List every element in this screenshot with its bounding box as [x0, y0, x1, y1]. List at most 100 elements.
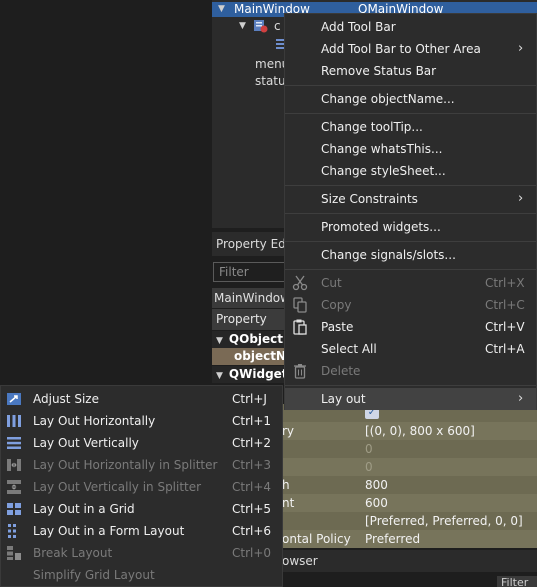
menu-item-shortcut: Ctrl+5 — [232, 502, 272, 516]
menu-item-select-all[interactable]: Select All Ctrl+A — [285, 338, 536, 360]
objectname-property-label[interactable]: objectN — [212, 348, 288, 365]
menu-separator — [285, 85, 536, 86]
menu-item-shortcut: Ctrl+0 — [232, 546, 272, 560]
menu-item-label: Lay Out in a Form Layout — [33, 524, 185, 538]
submenu-item-adjust-size[interactable]: Adjust Size Ctrl+J — [1, 388, 282, 410]
property-value[interactable]: 0 — [365, 458, 373, 476]
menu-item-remove-status-bar[interactable]: Remove Status Bar — [285, 60, 536, 82]
menu-item-change-tooltip[interactable]: Change toolTip... — [285, 116, 536, 138]
menu-separator — [285, 213, 536, 214]
submenu-item-simplify-grid-layout[interactable]: Simplify Grid Layout — [1, 564, 282, 586]
menu-item-label: Copy — [321, 298, 352, 312]
menu-item-label: Cut — [321, 276, 342, 290]
menu-item-shortcut: Ctrl+6 — [232, 524, 272, 538]
menu-item-label: Lay Out in a Grid — [33, 502, 135, 516]
menu-item-label: Lay Out Horizontally in Splitter — [33, 458, 218, 472]
menu-item-change-stylesheet[interactable]: Change styleSheet... — [285, 160, 536, 182]
menu-item-label: Add Tool Bar — [321, 20, 396, 34]
group-qobject[interactable]: ▼ QObject — [212, 331, 288, 348]
menu-separator — [285, 241, 536, 242]
menu-separator — [285, 185, 536, 186]
menu-item-shortcut: Ctrl+A — [485, 342, 525, 356]
menu-item-shortcut: Ctrl+4 — [232, 480, 272, 494]
menu-item-shortcut: Ctrl+V — [485, 320, 525, 334]
chevron-down-icon[interactable]: ▼ — [239, 19, 246, 34]
context-menu[interactable]: Add Tool Bar Add Tool Bar to Other Area … — [284, 13, 537, 410]
menu-item-add-tool-bar-other-area[interactable]: Add Tool Bar to Other Area › — [285, 38, 536, 60]
menu-item-size-constraints[interactable]: Size Constraints › — [285, 188, 536, 210]
menu-item-label: Adjust Size — [33, 392, 99, 406]
property-filter-input[interactable]: Filter — [213, 262, 288, 282]
menu-item-change-objectname[interactable]: Change objectName... — [285, 88, 536, 110]
property-value[interactable]: Preferred — [365, 530, 420, 548]
chevron-right-icon: › — [518, 41, 524, 56]
menu-item-label: Paste — [321, 320, 354, 334]
menu-item-label: Select All — [321, 342, 377, 356]
submenu-item-lay-out-vertically-splitter[interactable]: Lay Out Vertically in Splitter Ctrl+4 — [1, 476, 282, 498]
submenu-item-lay-out-vertically[interactable]: Lay Out Vertically Ctrl+2 — [1, 432, 282, 454]
property-value[interactable]: [(0, 0), 800 x 600] — [365, 422, 475, 440]
menu-item-shortcut: Ctrl+2 — [232, 436, 272, 450]
bottom-filter-input[interactable]: Filter — [497, 576, 537, 587]
submenu-item-lay-out-horizontally-splitter[interactable]: Lay Out Horizontally in Splitter Ctrl+3 — [1, 454, 282, 476]
chevron-right-icon: › — [518, 191, 524, 206]
property-value[interactable]: [Preferred, Preferred, 0, 0] — [365, 512, 523, 530]
group-qobject-label: QObject — [228, 332, 284, 346]
list-icon — [276, 39, 284, 50]
resource-browser-tab-label: owser — [282, 554, 318, 568]
submenu-item-break-layout[interactable]: Break Layout Ctrl+0 — [1, 542, 282, 564]
layout-grid-icon — [6, 501, 22, 517]
layout-submenu[interactable]: Adjust Size Ctrl+J Lay Out Horizontally … — [0, 385, 283, 587]
menu-item-label: Lay Out Vertically in Splitter — [33, 480, 202, 494]
splitter-vertical-icon — [6, 479, 22, 495]
menu-item-change-signals-slots[interactable]: Change signals/slots... — [285, 244, 536, 266]
property-name: nt — [282, 496, 295, 510]
menu-item-delete[interactable]: Delete — [285, 360, 536, 382]
layout-vertical-icon — [6, 435, 22, 451]
trash-icon — [292, 363, 308, 379]
property-name: ontal Policy — [282, 532, 351, 546]
submenu-item-lay-out-form[interactable]: Lay Out in a Form Layout Ctrl+6 — [1, 520, 282, 542]
menu-item-paste[interactable]: Paste Ctrl+V — [285, 316, 536, 338]
resource-browser-tab[interactable]: owser — [280, 550, 537, 572]
submenu-item-lay-out-grid[interactable]: Lay Out in a Grid Ctrl+5 — [1, 498, 282, 520]
paste-icon — [292, 319, 308, 335]
menu-item-change-whatsthis[interactable]: Change whatsThis... — [285, 138, 536, 160]
property-value[interactable]: 800 — [365, 476, 388, 494]
menu-item-label: Lay out — [321, 392, 366, 406]
chevron-right-icon: › — [518, 391, 524, 406]
property-name: ry — [282, 424, 295, 438]
menu-item-label: Simplify Grid Layout — [33, 568, 155, 582]
chevron-down-icon[interactable]: ▼ — [218, 2, 225, 17]
tree-row-name: c — [274, 19, 281, 33]
layout-horizontal-icon — [6, 413, 22, 429]
menu-item-label: Lay Out Vertically — [33, 436, 139, 450]
menu-item-shortcut: Ctrl+1 — [232, 414, 272, 428]
property-value[interactable]: 0 — [365, 440, 373, 458]
menu-separator — [285, 269, 536, 270]
submenu-item-lay-out-horizontally[interactable]: Lay Out Horizontally Ctrl+1 — [1, 410, 282, 432]
group-qwidget[interactable]: ▼ QWidget — [212, 366, 288, 383]
object-selector-combo[interactable]: MainWindow — [212, 288, 290, 308]
menu-item-label: Change styleSheet... — [321, 164, 446, 178]
property-column-header[interactable]: Property — [212, 309, 288, 330]
adjust-size-icon — [6, 391, 22, 407]
widget-icon — [254, 20, 268, 33]
menu-separator — [285, 113, 536, 114]
menu-item-label: Add Tool Bar to Other Area — [321, 42, 481, 56]
property-value[interactable]: 600 — [365, 494, 388, 512]
menu-item-promoted-widgets[interactable]: Promoted widgets... — [285, 216, 536, 238]
menu-item-lay-out[interactable]: Lay out › — [285, 388, 536, 410]
menu-item-label: Break Layout — [33, 546, 113, 560]
menu-item-shortcut: Ctrl+3 — [232, 458, 272, 472]
scissors-icon — [292, 275, 308, 291]
chevron-down-icon[interactable]: ▼ — [216, 336, 223, 346]
menu-item-label: Change signals/slots... — [321, 248, 456, 262]
layout-form-icon — [6, 523, 22, 539]
menu-item-shortcut: Ctrl+X — [485, 276, 525, 290]
chevron-down-icon[interactable]: ▼ — [216, 371, 223, 381]
menu-item-cut[interactable]: Cut Ctrl+X — [285, 272, 536, 294]
break-layout-icon — [6, 545, 22, 561]
menu-item-copy[interactable]: Copy Ctrl+C — [285, 294, 536, 316]
menu-item-add-tool-bar[interactable]: Add Tool Bar — [285, 16, 536, 38]
